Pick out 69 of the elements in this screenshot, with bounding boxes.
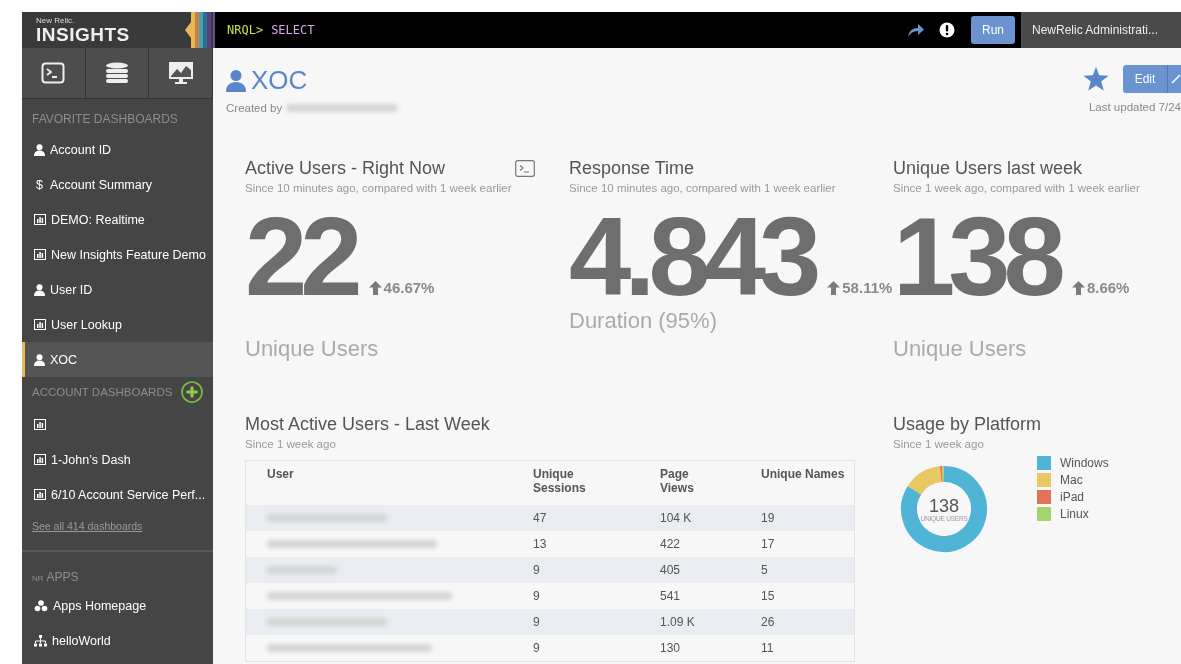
table-cell: 17 bbox=[761, 531, 855, 557]
dashboard-link[interactable]: 1-John’s Dash bbox=[22, 442, 213, 477]
table-cell: 15 bbox=[761, 583, 855, 609]
dashboard-link[interactable]: XOC bbox=[22, 342, 213, 377]
table-cell: 13 bbox=[533, 531, 660, 557]
brand-logo: INSIGHTS bbox=[36, 25, 130, 44]
dashboard-link[interactable]: User Lookup bbox=[22, 307, 213, 342]
dashboard-link[interactable]: New Insights Feature Demo bbox=[22, 237, 213, 272]
dashboard-title: XOC bbox=[251, 65, 308, 96]
column-header: Unique Sessions bbox=[533, 460, 660, 505]
section-title: ACCOUNT DASHBOARDS bbox=[32, 386, 173, 398]
column-header: Unique Names bbox=[761, 460, 855, 505]
widget-title: Active Users - Right Now bbox=[245, 158, 446, 179]
metric-change: 46.67% bbox=[383, 279, 435, 296]
table-cell: 26 bbox=[761, 609, 855, 635]
apps-prefix: NR bbox=[32, 574, 44, 583]
table-cell: 19 bbox=[761, 505, 855, 531]
widget-subtitle: Since 10 minutes ago, compared with 1 week earlier bbox=[569, 182, 837, 194]
table-cell: 5 bbox=[761, 557, 855, 583]
account-dropdown[interactable]: NewRelic Administrati... bbox=[1021, 12, 1181, 48]
metric-value: 4.843 bbox=[569, 212, 816, 302]
table-cell: 104 K bbox=[660, 505, 761, 531]
dashboard-link[interactable]: $ Account Summary bbox=[22, 167, 213, 202]
widget-subtitle: Since 10 minutes ago, compared with 1 week earlier bbox=[245, 182, 513, 194]
widget-subtitle: Since 1 week ago, compared with 1 week earlier bbox=[893, 182, 1141, 194]
metric-value: 22 bbox=[245, 212, 358, 302]
created-by-label: Created by bbox=[226, 102, 283, 114]
dashboard-link[interactable]: User ID bbox=[22, 272, 213, 307]
last-updated: Last updated 7/24 bbox=[1088, 101, 1181, 113]
donut-total: 138 bbox=[928, 496, 959, 515]
section-title: APPS bbox=[46, 570, 79, 584]
table-cell: 130 bbox=[660, 635, 761, 662]
widget-title: Unique Users last week bbox=[893, 158, 1083, 179]
widget-title: Most Active Users - Last Week bbox=[245, 414, 491, 435]
table-cell: 9 bbox=[533, 557, 660, 583]
query-prompt: NRQL> bbox=[227, 23, 264, 37]
dashboard-link[interactable]: 6/10 Account Service Perf... bbox=[22, 477, 213, 512]
table-cell: 47 bbox=[533, 505, 660, 531]
brand-company: New Relic. bbox=[36, 16, 76, 25]
table-cell: 405 bbox=[660, 557, 761, 583]
app-link[interactable]: helloWorld bbox=[22, 623, 213, 658]
legend-label: Mac bbox=[1060, 473, 1083, 487]
metric-label: Duration (95%) bbox=[569, 308, 718, 334]
metric-label: Unique Users bbox=[893, 336, 1028, 362]
table-cell: 9 bbox=[533, 635, 660, 662]
widget-subtitle: Since 1 week ago bbox=[893, 438, 985, 450]
legend-label: Windows bbox=[1060, 456, 1109, 470]
table-cell: 422 bbox=[660, 531, 761, 557]
column-header: Page Views bbox=[660, 460, 761, 505]
table-cell: 1.09 K bbox=[660, 609, 761, 635]
legend-label: iPad bbox=[1060, 490, 1085, 504]
metric-value: 138 bbox=[893, 212, 1061, 302]
metric-change: 58.11% bbox=[842, 279, 893, 296]
dashboard-link[interactable]: Account ID bbox=[22, 132, 213, 167]
column-header: User bbox=[245, 460, 533, 505]
table-cell: 541 bbox=[660, 583, 761, 609]
table-cell: 9 bbox=[533, 583, 660, 609]
widget-subtitle: Since 1 week ago bbox=[245, 438, 337, 450]
metric-label: Unique Users bbox=[245, 336, 380, 362]
query-input[interactable]: SELECT bbox=[271, 23, 315, 37]
table-cell: 9 bbox=[533, 609, 660, 635]
metric-change: 8.66% bbox=[1086, 279, 1130, 296]
app-link[interactable]: Apps Homepage bbox=[22, 588, 213, 623]
legend-label: Linux bbox=[1060, 507, 1089, 521]
table-cell: 11 bbox=[761, 635, 855, 662]
section-title: FAVORITE DASHBOARDS bbox=[31, 111, 179, 128]
dashboard-link[interactable]: DEMO: Realtime bbox=[22, 202, 213, 237]
widget-title: Response Time bbox=[569, 158, 695, 179]
widget-title: Usage by Platform bbox=[893, 414, 1043, 435]
